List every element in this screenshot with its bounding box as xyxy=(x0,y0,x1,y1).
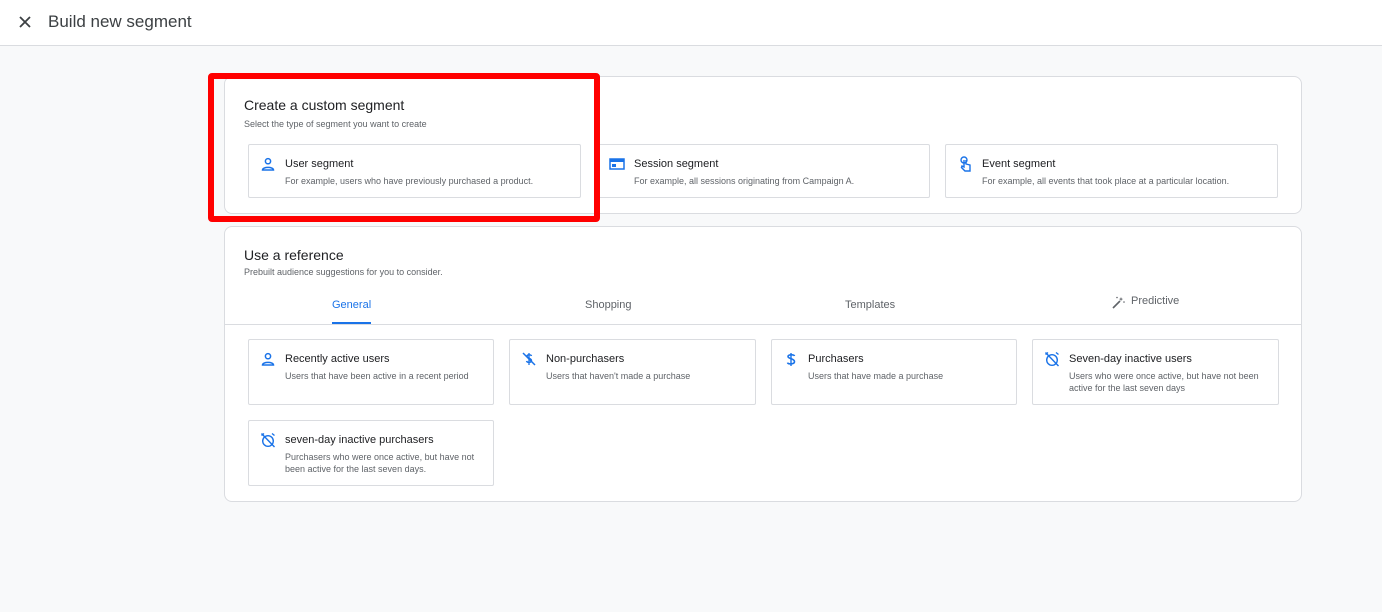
user-segment-description: For example, users who have previously p… xyxy=(285,176,534,186)
reference-item-description: Purchasers who were once active, but hav… xyxy=(285,452,475,474)
close-icon xyxy=(19,16,31,28)
tab-predictive[interactable]: Predictive xyxy=(1112,289,1179,320)
top-bar: Build new segment xyxy=(0,0,1382,46)
session-segment-option[interactable]: Session segment For example, all session… xyxy=(597,144,930,198)
reference-item-title: Recently active users xyxy=(285,353,390,365)
session-segment-description: For example, all sessions originating fr… xyxy=(634,176,855,186)
person-icon xyxy=(260,156,276,172)
reference-tabs: General Shopping Templates Predictive xyxy=(225,293,1301,325)
custom-segment-card: Create a custom segment Select the type … xyxy=(224,76,1302,214)
reference-item-description: Users who were once active, but have not… xyxy=(1069,371,1259,393)
reference-item-title: Seven-day inactive users xyxy=(1069,353,1192,365)
tab-shopping-label: Shopping xyxy=(585,299,632,311)
reference-card: Use a reference Prebuilt audience sugges… xyxy=(224,226,1302,502)
custom-segment-subtitle: Select the type of segment you want to c… xyxy=(244,119,427,129)
event-segment-description: For example, all events that took place … xyxy=(982,176,1230,186)
event-segment-option[interactable]: Event segment For example, all events th… xyxy=(945,144,1278,198)
alarm-off-icon xyxy=(260,432,276,448)
custom-segment-title: Create a custom segment xyxy=(244,97,405,113)
reference-item-recently-active[interactable]: Recently active users Users that have be… xyxy=(248,339,494,405)
tab-general[interactable]: General xyxy=(332,293,372,324)
alarm-off-icon xyxy=(1044,351,1060,367)
user-segment-option[interactable]: User segment For example, users who have… xyxy=(248,144,581,198)
reference-item-purchasers[interactable]: Purchasers Users that have made a purcha… xyxy=(771,339,1017,405)
event-segment-title: Event segment xyxy=(982,158,1056,170)
close-button[interactable] xyxy=(14,11,36,33)
session-icon xyxy=(609,156,625,172)
reference-item-non-purchasers[interactable]: Non-purchasers Users that haven't made a… xyxy=(509,339,756,405)
person-icon xyxy=(260,351,276,367)
money-off-icon xyxy=(521,351,537,367)
page-title: Build new segment xyxy=(48,12,192,31)
user-segment-title: User segment xyxy=(285,158,354,170)
dollar-icon xyxy=(783,351,799,367)
reference-item-title: seven-day inactive purchasers xyxy=(285,434,434,446)
reference-title: Use a reference xyxy=(244,247,344,263)
reference-item-title: Non-purchasers xyxy=(546,353,625,365)
tab-shopping[interactable]: Shopping xyxy=(585,293,632,324)
tab-general-label: General xyxy=(332,299,372,311)
reference-subtitle: Prebuilt audience suggestions for you to… xyxy=(244,267,443,277)
reference-item-seven-day-inactive-users[interactable]: Seven-day inactive users Users who were … xyxy=(1032,339,1279,405)
reference-item-seven-day-inactive-purchasers[interactable]: seven-day inactive purchasers Purchasers… xyxy=(248,420,494,486)
reference-item-description: Users that haven't made a purchase xyxy=(546,371,691,381)
magic-wand-icon xyxy=(1112,296,1125,312)
tab-predictive-label: Predictive xyxy=(1131,295,1180,307)
tab-templates-label: Templates xyxy=(845,299,896,311)
touch-icon xyxy=(957,156,973,172)
tab-templates[interactable]: Templates xyxy=(845,293,895,324)
reference-item-description: Users that have been active in a recent … xyxy=(285,371,469,381)
session-segment-title: Session segment xyxy=(634,158,719,170)
reference-item-description: Users that have made a purchase xyxy=(808,371,944,381)
reference-item-title: Purchasers xyxy=(808,353,864,365)
